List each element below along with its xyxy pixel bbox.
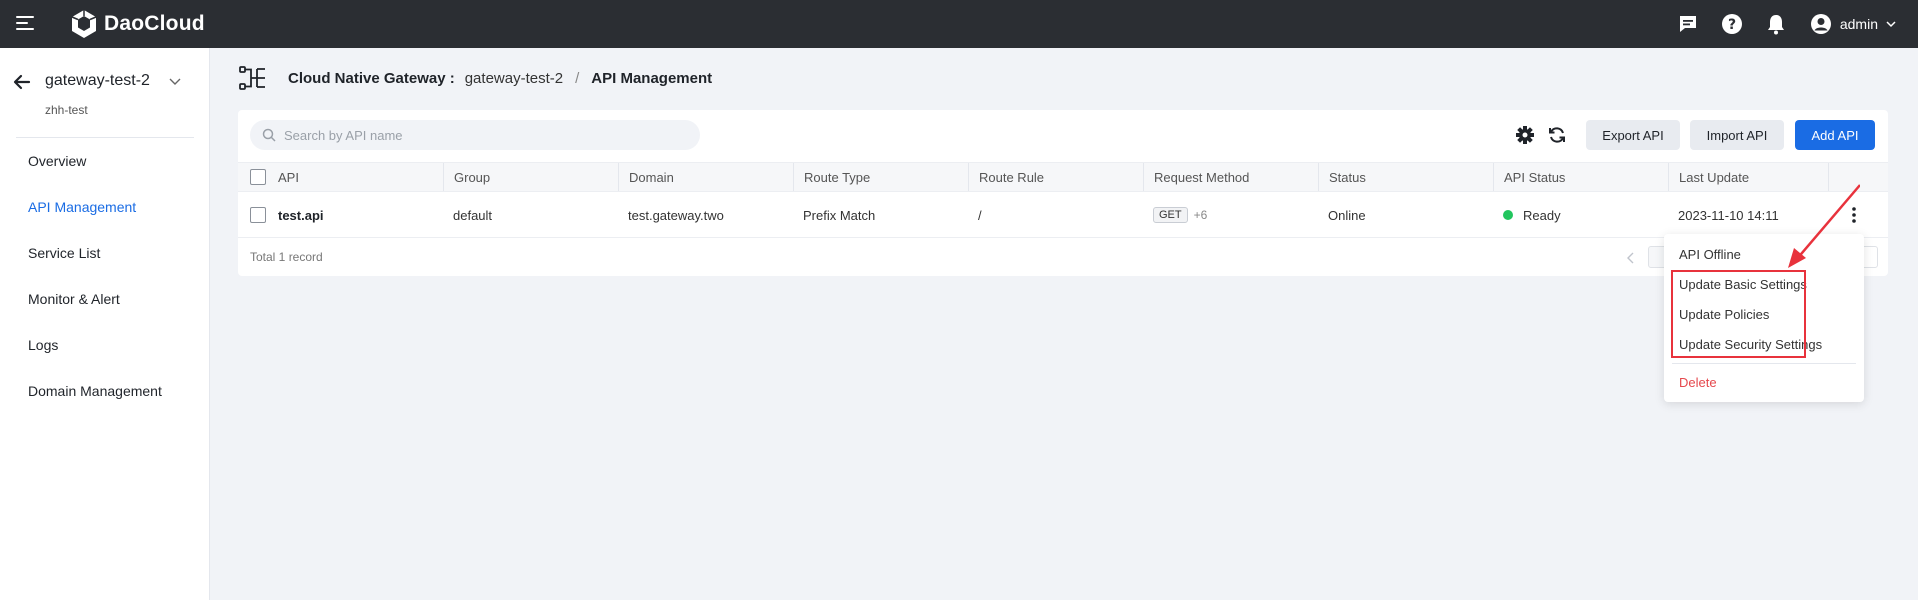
method-more-count[interactable]: +6 [1194, 208, 1208, 222]
search-icon [262, 128, 276, 142]
back-arrow-icon[interactable] [12, 72, 32, 92]
sidebar-item-monitor-alert[interactable]: Monitor & Alert [0, 276, 209, 322]
svg-text:?: ? [1728, 17, 1736, 33]
method-tag: GET [1153, 207, 1188, 223]
sidebar-item-domain-management[interactable]: Domain Management [0, 368, 209, 414]
user-menu[interactable]: admin [1810, 13, 1896, 35]
column-header-api[interactable]: API [278, 163, 428, 191]
notification-bell-icon[interactable] [1764, 12, 1788, 36]
table-row: test.api default test.gateway.two Prefix… [238, 192, 1888, 238]
cell-domain: test.gateway.two [628, 207, 724, 223]
daocloud-logo-icon [71, 10, 97, 38]
api-status-label: Ready [1523, 207, 1561, 223]
column-header-route-type[interactable]: Route Type [793, 163, 968, 191]
sidebar: gateway-test-2 zhh-test Overview API Man… [0, 48, 210, 600]
column-header-domain[interactable]: Domain [618, 163, 793, 191]
settings-gear-icon[interactable] [1515, 125, 1535, 145]
column-header-route-rule[interactable]: Route Rule [968, 163, 1143, 191]
menu-item-delete[interactable]: Delete [1664, 367, 1864, 397]
refresh-icon[interactable] [1547, 125, 1567, 145]
breadcrumb: Cloud Native Gateway : gateway-test-2 / … [238, 64, 712, 92]
gateway-name: gateway-test-2 [45, 72, 150, 89]
sidebar-item-service-list[interactable]: Service List [0, 230, 209, 276]
avatar-icon [1810, 14, 1831, 34]
cell-request-method: GET +6 [1143, 192, 1207, 238]
table-toolbar: Export API Import API Add API [238, 110, 1888, 160]
chevron-down-icon [1886, 21, 1896, 28]
search-input[interactable] [284, 127, 684, 143]
sidebar-item-api-management[interactable]: API Management [0, 184, 209, 230]
total-records: Total 1 record [250, 250, 323, 264]
row-checkbox[interactable] [250, 207, 266, 223]
add-api-button[interactable]: Add API [1795, 120, 1875, 150]
menu-divider [1672, 363, 1856, 364]
annotation-arrow-icon [1788, 184, 1860, 268]
help-icon[interactable]: ? [1720, 12, 1744, 36]
sidebar-item-overview[interactable]: Overview [0, 138, 209, 184]
pagination-prev-icon[interactable] [1624, 251, 1638, 265]
user-name: admin [1839, 16, 1878, 32]
row-select-cell [240, 192, 266, 238]
select-all-checkbox[interactable] [250, 169, 266, 185]
hamburger-menu-icon[interactable] [16, 12, 38, 34]
top-bar: DaoCloud ? admin [0, 0, 1918, 48]
column-header-status[interactable]: Status [1318, 163, 1493, 191]
workspace-name: zhh-test [45, 103, 88, 117]
cell-route-type: Prefix Match [803, 207, 876, 223]
table-header: API Group Domain Route Type Route Rule R… [238, 162, 1888, 192]
export-api-button[interactable]: Export API [1586, 120, 1680, 150]
header-select-cell [250, 163, 270, 191]
breadcrumb-separator: / [575, 69, 580, 87]
breadcrumb-gateway[interactable]: gateway-test-2 [465, 70, 563, 87]
cell-status: Online [1328, 207, 1366, 223]
column-header-group[interactable]: Group [443, 163, 618, 191]
cell-route-rule: / [978, 207, 982, 223]
brand-name: DaoCloud [104, 12, 205, 35]
cell-api-name[interactable]: test.api [268, 192, 324, 238]
sidebar-nav: Overview API Management Service List Mon… [0, 138, 209, 414]
search-box [250, 120, 700, 150]
api-list-card: Export API Import API Add API API Group … [238, 110, 1888, 276]
message-icon[interactable] [1676, 12, 1700, 36]
brand[interactable]: DaoCloud [70, 8, 205, 40]
annotation-highlight-box [1671, 270, 1806, 358]
column-header-request-method[interactable]: Request Method [1143, 163, 1318, 191]
cell-api-status: Ready [1493, 192, 1561, 238]
cell-group: default [453, 207, 493, 223]
column-header-api-status[interactable]: API Status [1493, 163, 1668, 191]
gateway-switch-chevron-icon[interactable] [168, 74, 182, 88]
gateway-icon [239, 66, 265, 90]
sidebar-item-logs[interactable]: Logs [0, 322, 209, 368]
cell-last-update: 2023-11-10 14:11 [1678, 207, 1779, 223]
breadcrumb-root: Cloud Native Gateway : [288, 69, 455, 87]
status-dot-icon [1503, 210, 1513, 220]
top-actions: ? admin [1676, 0, 1918, 48]
import-api-button[interactable]: Import API [1690, 120, 1784, 150]
breadcrumb-current: API Management [591, 69, 713, 87]
